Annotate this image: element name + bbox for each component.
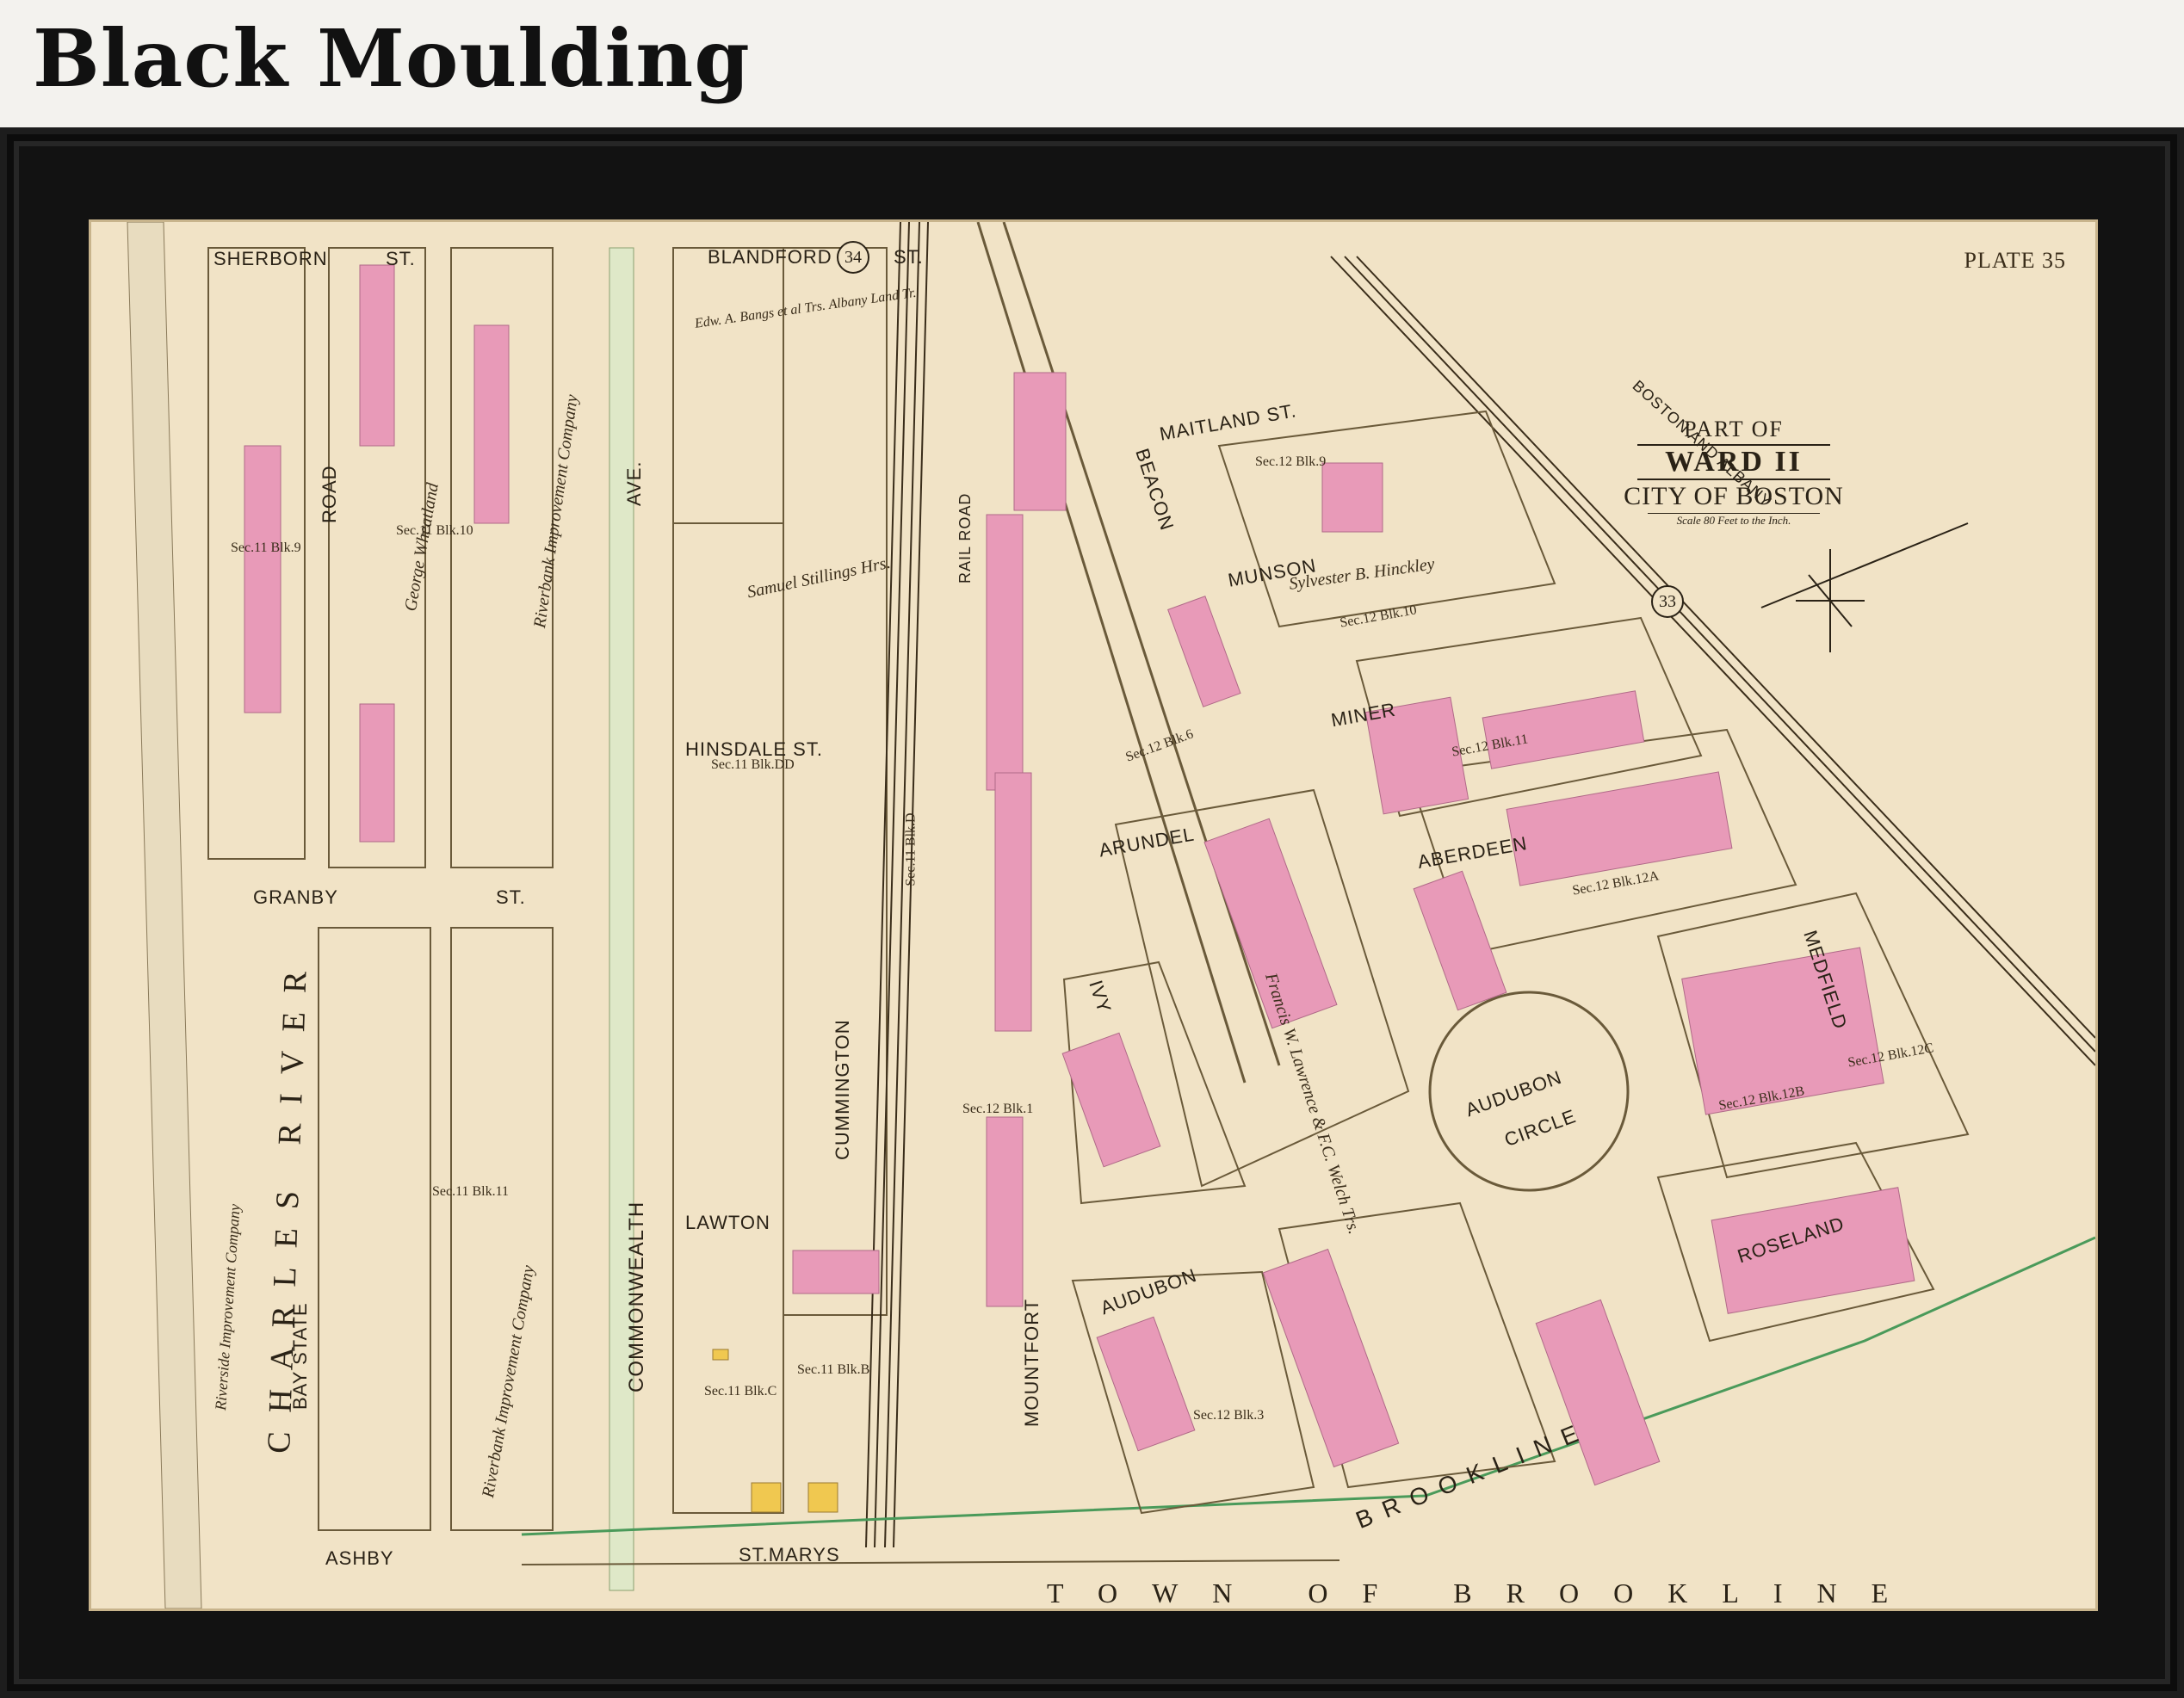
street-blandford: BLANDFORD xyxy=(708,246,832,268)
section-label: Sec.12 Blk.3 xyxy=(1193,1408,1265,1423)
street-mountfort: MOUNTFORT xyxy=(1021,1298,1043,1427)
section-label: Sec.11 Blk.B xyxy=(797,1362,870,1377)
section-label: Sec.12 Blk.9 xyxy=(1255,454,1327,469)
section-label: Sec.11 Blk.9 xyxy=(231,540,301,555)
map-plate: PLATE 35 PART OF WARD II CITY OF BOSTON … xyxy=(91,222,2095,1608)
section-label: Sec.11 Blk.11 xyxy=(432,1184,510,1199)
cartouche-city: CITY OF BOSTON xyxy=(1624,482,1844,510)
section-label: Sec.11 Blk.DD xyxy=(711,757,795,772)
street-ashby: ASHBY xyxy=(325,1547,394,1569)
plate-ref-34: 34 xyxy=(837,241,869,274)
street-blandford-st: ST. xyxy=(894,246,924,268)
street-granby-st: ST. xyxy=(496,886,526,908)
section-label: Sec.11 Blk.D xyxy=(903,812,919,886)
street-granby: GRANBY xyxy=(253,886,338,908)
street-sherborn: SHERBORN xyxy=(213,248,328,269)
section-label: Sec.12 Blk.1 xyxy=(962,1102,1034,1116)
page-title: Black Moulding xyxy=(33,12,751,105)
street-rail-road: RAIL ROAD xyxy=(956,492,974,583)
plate-ref-33: 33 xyxy=(1651,585,1684,618)
cartouche-part-of: PART OF xyxy=(1684,417,1784,441)
street-commonwealth: COMMONWEALTH xyxy=(625,1201,648,1392)
plate-number: PLATE 35 xyxy=(1964,248,2066,273)
street-ave: AVE. xyxy=(623,460,645,506)
street-road: ROAD xyxy=(319,465,340,523)
street-st-marys: ST.MARYS xyxy=(739,1544,840,1565)
cartouche-scale: Scale 80 Feet to the Inch. xyxy=(1648,513,1820,528)
section-label: Sec.11 Blk.C xyxy=(704,1384,777,1399)
street-sherborn-st: ST. xyxy=(386,248,416,269)
street-lawton: LAWTON xyxy=(685,1212,770,1233)
town-of-brookline-label: TOWN OF BROOKLINE xyxy=(1047,1578,1923,1608)
street-cummington: CUMMINGTON xyxy=(832,1019,853,1160)
